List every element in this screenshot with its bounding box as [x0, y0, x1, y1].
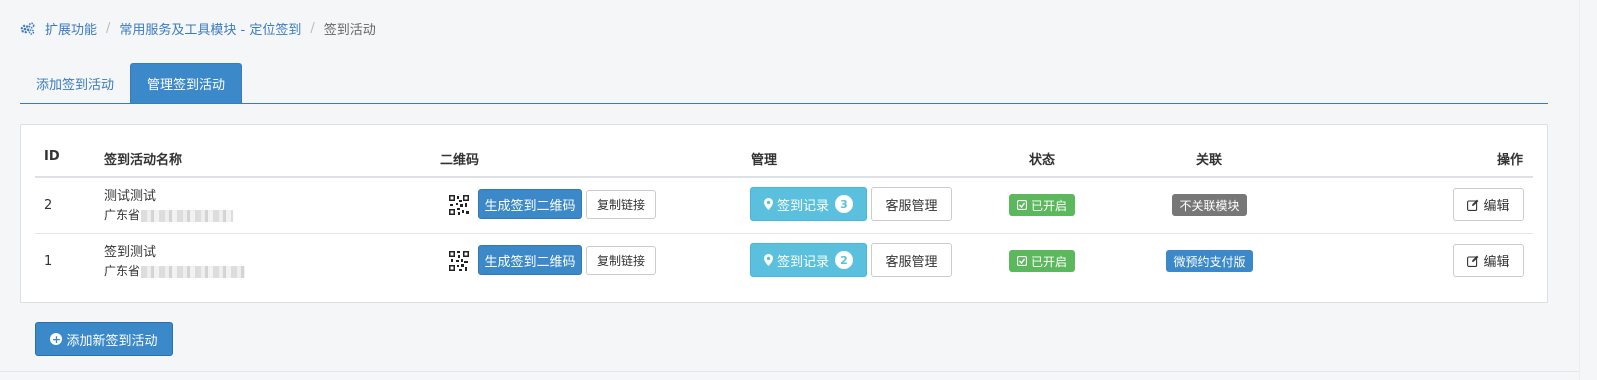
check-square-icon — [1016, 256, 1027, 266]
scrollbar[interactable] — [1579, 0, 1597, 380]
generate-qrcode-button[interactable]: 生成签到二维码 — [478, 189, 582, 219]
breadcrumb-current: 签到活动 — [323, 22, 376, 38]
row-name-cell: 测试测试 广东省 — [104, 187, 234, 225]
edit-icon — [1467, 199, 1479, 211]
check-square-icon — [1016, 200, 1027, 210]
breadcrumb: 扩展功能 / 常用服务及工具模块 - 定位签到 / 签到活动 — [20, 18, 376, 38]
table-header: ID 签到活动名称 二维码 管理 状态 关联 操作 — [35, 147, 1533, 178]
map-marker-icon — [763, 198, 773, 210]
row-name-cell: 签到测试 广东省 — [104, 243, 246, 281]
checkin-records-button[interactable]: 签到记录 3 — [750, 187, 867, 221]
edit-label: 编辑 — [1483, 199, 1510, 214]
header-manage: 管理 — [751, 153, 778, 168]
blurred-address — [141, 209, 234, 222]
status-badge: 已开启 — [1009, 194, 1075, 216]
header-relation: 关联 — [1196, 153, 1223, 168]
activity-name: 签到测试 — [104, 245, 157, 260]
status-badge: 已开启 — [1009, 250, 1075, 272]
breadcrumb-link-module[interactable]: 常用服务及工具模块 - 定位签到 — [119, 19, 301, 38]
edit-label: 编辑 — [1483, 255, 1510, 270]
customer-service-button[interactable]: 客服管理 — [871, 187, 952, 221]
header-status: 状态 — [1029, 153, 1056, 168]
relation-badge: 微预约支付版 — [1166, 250, 1253, 272]
header-id: ID — [44, 149, 60, 164]
edit-button[interactable]: 编辑 — [1453, 244, 1524, 277]
status-label: 已开启 — [1030, 198, 1067, 213]
activity-address: 广东省 — [104, 208, 141, 222]
generate-qrcode-button[interactable]: 生成签到二维码 — [478, 245, 582, 275]
qrcode-icon[interactable] — [448, 250, 470, 272]
plus-circle-icon: + — [50, 332, 63, 346]
table-row: 2 测试测试 广东省 生成签到二维码 复制链接 签到记录 3 客服管理 已开启 — [35, 178, 1533, 234]
add-activity-label: 添加新签到活动 — [66, 333, 158, 349]
checkin-records-label: 签到记录 — [776, 254, 829, 270]
checkin-records-button[interactable]: 签到记录 2 — [750, 243, 867, 277]
record-count-badge: 3 — [835, 195, 853, 213]
relation-badge: 不关联模块 — [1172, 194, 1247, 216]
checkin-records-label: 签到记录 — [776, 198, 829, 214]
edit-button[interactable]: 编辑 — [1453, 188, 1524, 221]
breadcrumb-separator: / — [106, 20, 111, 36]
tab-bar: 添加签到活动 管理签到活动 — [20, 63, 1548, 104]
tab-manage-activity[interactable]: 管理签到活动 — [130, 63, 243, 103]
row-id: 1 — [44, 254, 53, 269]
header-qrcode: 二维码 — [440, 153, 480, 168]
row-id: 2 — [44, 198, 53, 213]
customer-service-button[interactable]: 客服管理 — [871, 243, 952, 277]
header-actions: 操作 — [1497, 153, 1524, 168]
table-row: 1 签到测试 广东省 生成签到二维码 复制链接 签到记录 2 客服管理 已开启 — [35, 234, 1533, 290]
breadcrumb-separator: / — [310, 20, 315, 36]
divider — [0, 371, 1597, 372]
blurred-address — [141, 265, 246, 278]
activity-address: 广东省 — [104, 264, 141, 278]
qrcode-icon[interactable] — [448, 194, 470, 216]
record-count-badge: 2 — [835, 251, 853, 269]
activity-table-panel: ID 签到活动名称 二维码 管理 状态 关联 操作 2 测试测试 广东省 生成签… — [20, 124, 1548, 303]
header-name: 签到活动名称 — [104, 153, 183, 168]
breadcrumb-link-extensions[interactable]: 扩展功能 — [45, 19, 97, 38]
status-label: 已开启 — [1030, 254, 1067, 269]
copy-link-button[interactable]: 复制链接 — [586, 190, 656, 219]
map-marker-icon — [763, 254, 773, 266]
activity-name: 测试测试 — [104, 189, 157, 204]
copy-link-button[interactable]: 复制链接 — [586, 246, 656, 275]
tab-add-activity[interactable]: 添加签到活动 — [20, 63, 130, 103]
gears-icon — [20, 21, 35, 35]
edit-icon — [1467, 255, 1479, 267]
add-activity-button[interactable]: + 添加新签到活动 — [35, 322, 173, 356]
